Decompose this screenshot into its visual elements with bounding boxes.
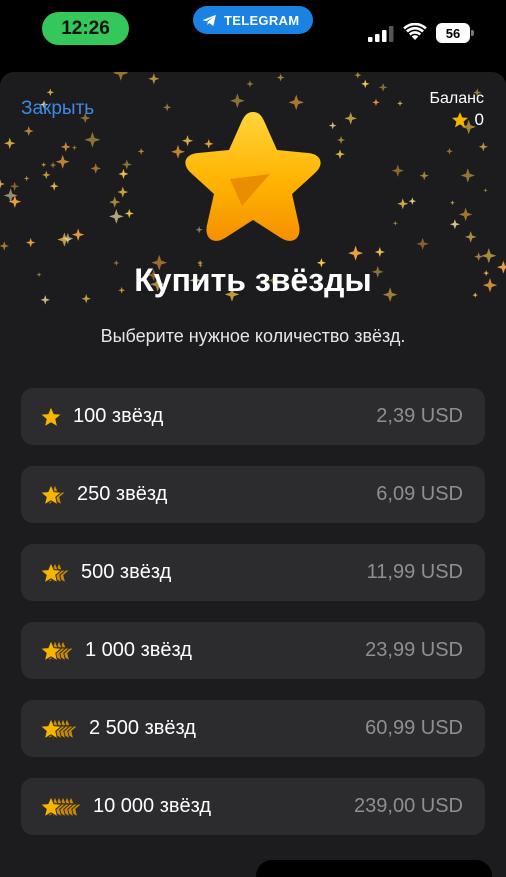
wifi-icon [403,23,427,40]
telegram-app-pill[interactable]: TELEGRAM [193,6,313,34]
battery-indicator: 56 [436,23,474,43]
telegram-pill-label: TELEGRAM [224,12,300,28]
star-stack-5-icon [39,716,79,740]
star-package-option[interactable]: 2 500 звёзд 60,99 USD [21,700,485,757]
star-icon [451,112,468,128]
star-package-option[interactable]: 10 000 звёзд 239,00 USD [21,778,485,835]
telegram-star-icon [185,112,321,241]
status-time[interactable]: 12:26 [42,12,129,45]
cellular-signal-icon [368,26,394,42]
close-button[interactable]: Закрыть [21,98,94,120]
star-package-option[interactable]: 100 звёзд 2,39 USD [21,388,485,445]
page-title: Купить звёзды [134,262,372,298]
star-package-list: 100 звёзд 2,39 USD 250 звёзд 6,09 USD 500 зв… [21,388,485,856]
balance-value: 0 [474,110,484,129]
option-label: 250 звёзд [77,483,168,505]
star-stack-4-icon [39,638,75,662]
status-bar: 12:26 TELEGRAM 56 [0,0,506,60]
option-price: 239,00 USD [354,795,463,817]
balance-display: Баланс 0 [430,90,484,130]
star-package-option[interactable]: 250 звёзд 6,09 USD [21,466,485,523]
option-price: 23,99 USD [365,639,463,661]
option-price: 60,99 USD [365,717,463,739]
option-price: 6,09 USD [376,483,463,505]
option-label: 10 000 звёзд [93,795,212,817]
star-stack-6-icon [39,794,83,818]
star-stack-3-icon [39,560,71,584]
option-label: 100 звёзд [73,405,164,427]
floating-bar [256,860,492,877]
star-stack-1-icon [39,404,63,428]
option-price: 11,99 USD [366,561,463,583]
option-label: 500 звёзд [81,561,172,583]
page-subtitle: Выберите нужное количество звёзд. [100,326,406,346]
star-package-option[interactable]: 500 звёзд 11,99 USD [21,544,485,601]
balance-label: Баланс [429,90,484,107]
screen: 12:26 TELEGRAM 56 Закрыть Баланс 0 Купит… [0,0,506,877]
option-price: 2,39 USD [376,405,463,427]
star-stack-2-icon [39,482,67,506]
star-package-option[interactable]: 1 000 звёзд 23,99 USD [21,622,485,679]
buy-stars-sheet: Закрыть Баланс 0 Купить звёзды Выберите … [0,72,506,877]
option-label: 1 000 звёзд [85,639,192,661]
telegram-icon [202,14,216,26]
option-label: 2 500 звёзд [89,717,196,739]
